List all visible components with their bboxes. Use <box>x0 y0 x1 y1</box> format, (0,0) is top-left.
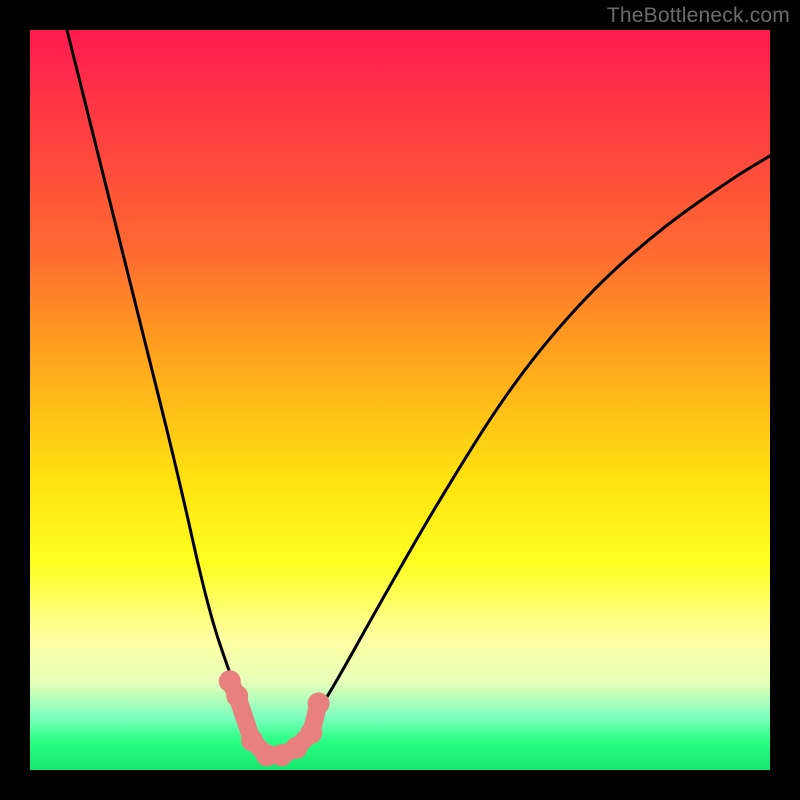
marker-points <box>219 670 330 766</box>
watermark-text: TheBottleneck.com <box>607 4 790 28</box>
marker-dot <box>226 685 248 707</box>
bottleneck-curve <box>67 30 770 753</box>
chart-frame: TheBottleneck.com <box>0 0 800 800</box>
chart-svg <box>30 30 770 770</box>
marker-dot <box>308 692 330 714</box>
marker-dot <box>300 722 322 744</box>
plot-area <box>30 30 770 770</box>
